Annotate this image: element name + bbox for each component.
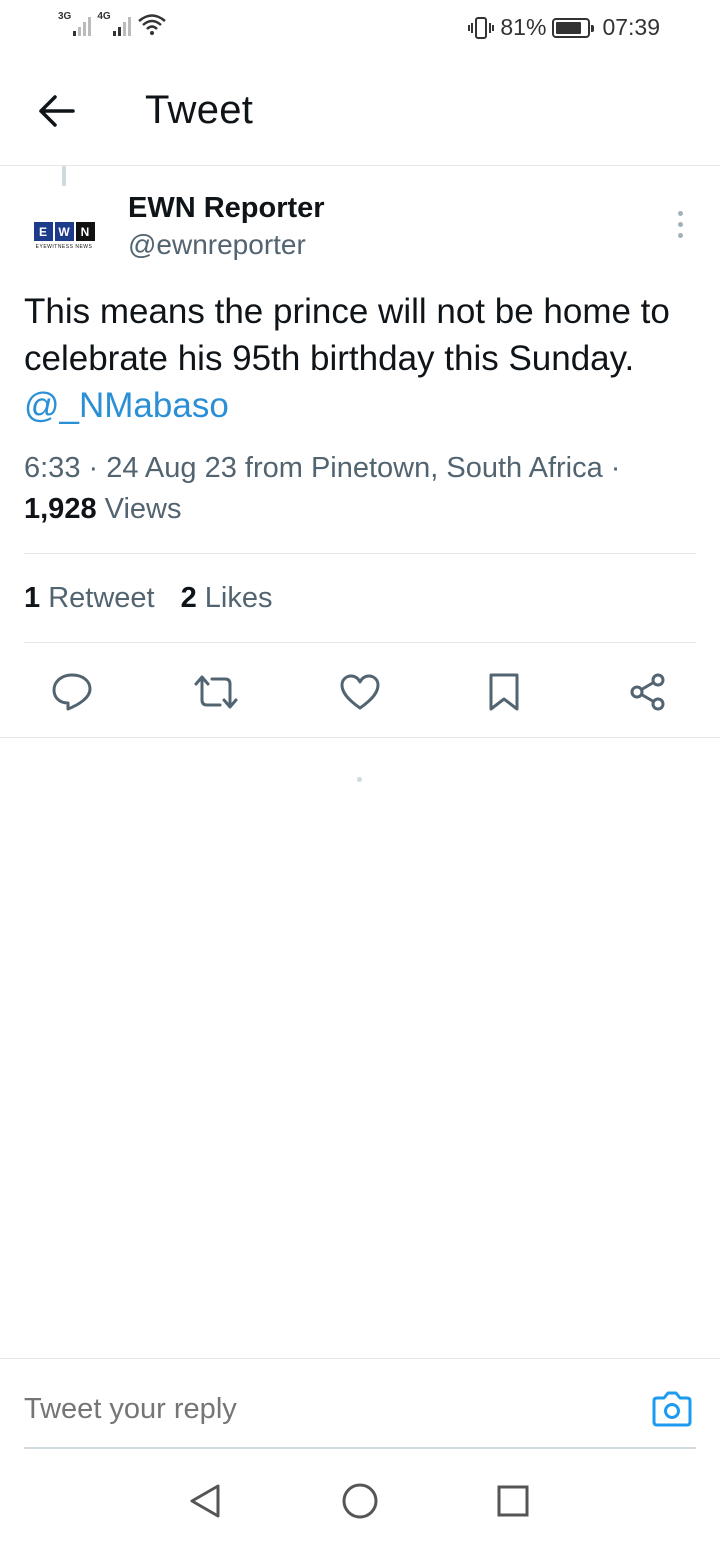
home-circle-icon <box>342 1483 378 1519</box>
reply-input-underline <box>24 1447 696 1449</box>
tweet-meta: 6:33 · 24 Aug 23 from Pinetown, South Af… <box>24 452 621 484</box>
bookmark-icon <box>489 673 519 711</box>
add-media-button[interactable] <box>648 1387 696 1431</box>
logo-letter: N <box>75 222 95 241</box>
more-dot <box>677 221 683 227</box>
system-indicators: 81% 07:39 <box>468 14 660 41</box>
signal-indicators: 3G 4G <box>58 12 167 36</box>
recents-square-icon <box>497 1485 529 1517</box>
arrow-left-icon <box>39 95 75 127</box>
signal-icon: 3G <box>58 11 92 36</box>
ewn-logo: E W N <box>33 222 95 241</box>
tweet-body: This means the prince will not be home t… <box>24 292 670 378</box>
network-type-label: 4G <box>97 11 111 22</box>
nav-back-button[interactable] <box>182 1478 228 1524</box>
author-handle[interactable]: @ewnreporter <box>128 229 306 261</box>
reply-button[interactable] <box>48 668 96 716</box>
app-header: Tweet <box>0 56 720 166</box>
share-button[interactable] <box>624 668 672 716</box>
action-bar <box>0 650 720 738</box>
back-button[interactable] <box>30 86 82 136</box>
thread-connector-line <box>62 166 66 186</box>
clock: 07:39 <box>602 14 660 40</box>
likes-number: 2 <box>180 582 197 614</box>
like-button[interactable] <box>336 668 384 716</box>
views-number: 1,928 <box>24 493 97 525</box>
signal-icon: 4G <box>97 11 131 36</box>
nav-home-button[interactable] <box>337 1478 383 1524</box>
tweet-text: This means the prince will not be home t… <box>24 288 696 429</box>
more-dot <box>677 232 683 238</box>
divider <box>24 553 696 554</box>
views-count: 1,928 Views <box>24 493 181 526</box>
network-type-label: 3G <box>58 11 72 22</box>
logo-letter: E <box>33 222 53 241</box>
avatar[interactable]: E W N EYEWITNESS NEWS <box>24 196 104 276</box>
logo-letter: W <box>54 222 74 241</box>
battery-percent: 81% <box>500 14 547 40</box>
reply-icon <box>52 673 92 711</box>
camera-icon <box>652 1391 692 1427</box>
reply-composer <box>0 1358 720 1449</box>
more-dot <box>677 210 683 216</box>
battery-icon <box>552 17 595 38</box>
system-nav-bar <box>0 1460 720 1541</box>
nav-recents-button[interactable] <box>490 1478 536 1524</box>
retweet-button[interactable] <box>192 668 240 716</box>
like-icon <box>340 674 380 710</box>
logo-subtitle: EYEWITNESS NEWS <box>35 244 93 250</box>
status-bar: 3G 4G 81% 07:39 <box>0 0 720 56</box>
views-label: Views <box>104 493 182 525</box>
page-title: Tweet <box>145 88 254 132</box>
loading-indicator <box>357 777 362 782</box>
likes-count-link[interactable]: 2 Likes <box>181 582 273 615</box>
more-options-button[interactable] <box>664 204 696 244</box>
likes-label: Likes <box>204 582 273 614</box>
retweet-icon <box>194 675 238 709</box>
bookmark-button[interactable] <box>480 668 528 716</box>
back-triangle-icon <box>190 1484 220 1518</box>
retweet-number: 1 <box>24 582 41 614</box>
retweet-label: Retweet <box>48 582 155 614</box>
engagement-stats: 1 Retweet 2 Likes <box>24 582 273 615</box>
reply-input[interactable] <box>24 1393 624 1426</box>
retweet-count-link[interactable]: 1 Retweet <box>24 582 155 615</box>
divider <box>24 642 696 643</box>
wifi-icon <box>137 14 166 35</box>
author-name[interactable]: EWN Reporter <box>128 192 325 225</box>
mention-link[interactable]: @_NMabaso <box>24 386 229 425</box>
share-icon <box>630 673 665 711</box>
vibrate-icon <box>468 16 495 39</box>
